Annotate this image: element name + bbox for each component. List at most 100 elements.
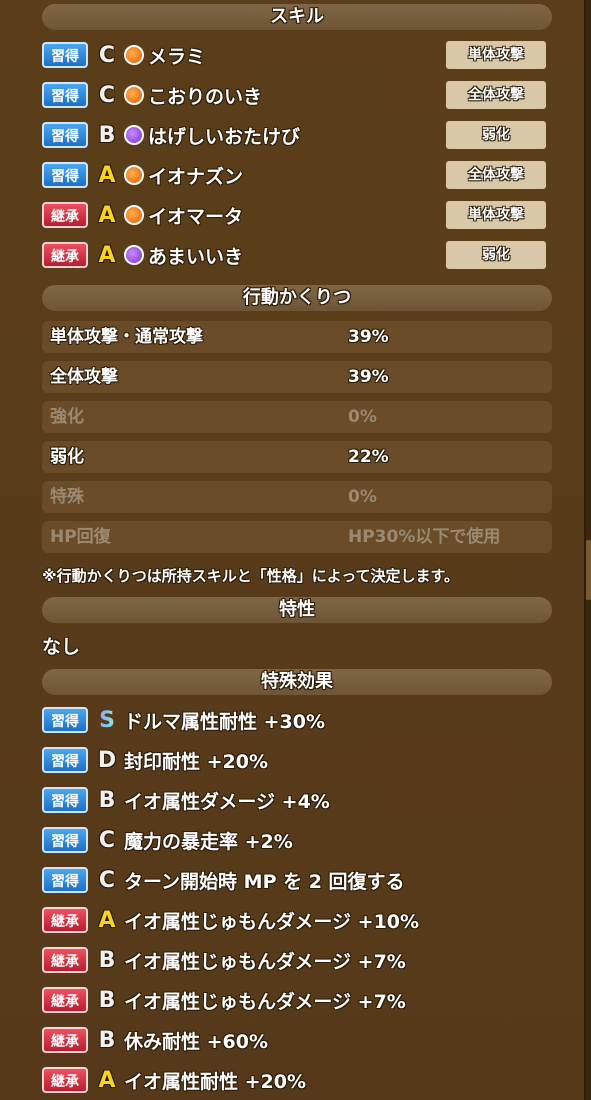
- effect-name: イオ属性耐性 +20%: [124, 1070, 307, 1093]
- inherited-badge: 継承: [42, 1067, 88, 1093]
- behavior-label: 特殊: [50, 487, 84, 507]
- effect-name: イオ属性じゅもんダメージ +10%: [124, 910, 420, 933]
- learned-badge: 習得: [42, 747, 88, 773]
- effect-name: イオ属性ダメージ +4%: [124, 790, 330, 813]
- behavior-value: 0%: [348, 407, 377, 427]
- effect-row[interactable]: 習得 S ドルマ属性耐性 +30%: [42, 705, 552, 735]
- rank-letter: B: [98, 987, 116, 1013]
- fire-orb-icon: [124, 85, 144, 105]
- rank-letter: C: [98, 82, 116, 108]
- section-header-behavior: 行動かくりつ: [42, 285, 552, 311]
- skill-row[interactable]: 習得 C メラミ 単体攻撃: [42, 40, 552, 70]
- section-header-special-effects: 特殊効果: [42, 669, 552, 695]
- inherited-badge: 継承: [42, 987, 88, 1013]
- skill-target-tag: 弱化: [446, 241, 546, 269]
- skill-row[interactable]: 習得 C こおりのいき 全体攻撃: [42, 80, 552, 110]
- behavior-row: 強化 0%: [42, 401, 552, 433]
- fire-orb-icon: [124, 165, 144, 185]
- skill-name: あまいいき: [148, 245, 244, 268]
- learned-badge: 習得: [42, 867, 88, 893]
- behavior-label: 強化: [50, 407, 84, 427]
- skill-name: イオマータ: [148, 205, 244, 228]
- effect-row[interactable]: 継承 A イオ属性耐性 +20%: [42, 1065, 552, 1095]
- inherited-badge: 継承: [42, 947, 88, 973]
- learned-badge: 習得: [42, 707, 88, 733]
- fire-orb-icon: [124, 45, 144, 65]
- inherited-badge: 継承: [42, 907, 88, 933]
- rank-letter: B: [98, 787, 116, 813]
- skill-name: イオナズン: [148, 165, 244, 188]
- skill-row[interactable]: 習得 B はげしいおたけび 弱化: [42, 120, 552, 150]
- effect-name: ドルマ属性耐性 +30%: [124, 710, 326, 733]
- section-header-skills: スキル: [42, 4, 552, 30]
- skill-target-tag: 単体攻撃: [446, 201, 546, 229]
- behavior-row: 特殊 0%: [42, 481, 552, 513]
- skill-target-tag: 全体攻撃: [446, 161, 546, 189]
- learned-badge: 習得: [42, 42, 88, 68]
- rank-letter: B: [98, 1027, 116, 1053]
- behavior-row: 単体攻撃・通常攻撃 39%: [42, 321, 552, 353]
- behavior-label: 全体攻撃: [50, 367, 118, 387]
- behavior-value: 39%: [348, 327, 389, 347]
- rank-letter: A: [98, 1067, 116, 1093]
- rank-letter: B: [98, 122, 116, 148]
- skill-target-tag: 弱化: [446, 121, 546, 149]
- effect-name: 魔力の暴走率 +2%: [124, 830, 293, 853]
- debuff-orb-icon: [124, 245, 144, 265]
- behavior-value: 0%: [348, 487, 377, 507]
- skill-name: こおりのいき: [148, 85, 263, 108]
- effect-row[interactable]: 習得 C 魔力の暴走率 +2%: [42, 825, 552, 855]
- effect-name: 休み耐性 +60%: [124, 1030, 269, 1053]
- behavior-row: 弱化 22%: [42, 441, 552, 473]
- skill-name: はげしいおたけび: [148, 125, 301, 148]
- behavior-value: HP30%以下で使用: [348, 527, 501, 547]
- rank-letter: B: [98, 947, 116, 973]
- rank-letter: A: [98, 202, 116, 228]
- skill-row[interactable]: 習得 A イオナズン 全体攻撃: [42, 160, 552, 190]
- behavior-row: HP回復 HP30%以下で使用: [42, 521, 552, 553]
- effect-row[interactable]: 習得 B イオ属性ダメージ +4%: [42, 785, 552, 815]
- learned-badge: 習得: [42, 162, 88, 188]
- behavior-value: 22%: [348, 447, 389, 467]
- skill-target-tag: 全体攻撃: [446, 81, 546, 109]
- scrollbar[interactable]: [586, 0, 591, 1100]
- fire-orb-icon: [124, 205, 144, 225]
- rank-letter: S: [94, 708, 120, 733]
- effect-row[interactable]: 習得 D 封印耐性 +20%: [42, 745, 552, 775]
- rank-letter: D: [97, 747, 117, 773]
- debuff-orb-icon: [124, 125, 144, 145]
- effect-name: イオ属性じゅもんダメージ +7%: [124, 990, 406, 1013]
- effect-name: ターン開始時 MP を 2 回復する: [124, 870, 405, 893]
- skill-target-tag: 単体攻撃: [446, 41, 546, 69]
- skill-name: メラミ: [148, 45, 206, 68]
- effect-name: 封印耐性 +20%: [124, 750, 269, 773]
- monster-detail-panel: スキル 習得 C メラミ 単体攻撃 習得 C こおりのいき 全体攻撃 習得 B はげしいおたけび 弱化…: [0, 0, 586, 1100]
- inherited-badge: 継承: [42, 242, 88, 268]
- inherited-badge: 継承: [42, 1027, 88, 1053]
- skill-row[interactable]: 継承 A イオマータ 単体攻撃: [42, 200, 552, 230]
- rank-letter: C: [98, 867, 116, 893]
- effect-row[interactable]: 継承 A イオ属性じゅもんダメージ +10%: [42, 905, 552, 935]
- effect-row[interactable]: 習得 C ターン開始時 MP を 2 回復する: [42, 865, 552, 895]
- behavior-row: 全体攻撃 39%: [42, 361, 552, 393]
- rank-letter: A: [98, 242, 116, 268]
- behavior-note: ※行動かくりつは所持スキルと「性格」によって決定します。: [42, 567, 460, 585]
- behavior-label: HP回復: [50, 527, 111, 547]
- section-header-trait: 特性: [42, 597, 552, 623]
- effect-row[interactable]: 継承 B 休み耐性 +60%: [42, 1025, 552, 1055]
- inherited-badge: 継承: [42, 202, 88, 228]
- scrollbar-thumb[interactable]: [586, 540, 591, 600]
- skill-row[interactable]: 継承 A あまいいき 弱化: [42, 240, 552, 270]
- behavior-label: 単体攻撃・通常攻撃: [50, 327, 203, 347]
- effect-row[interactable]: 継承 B イオ属性じゅもんダメージ +7%: [42, 945, 552, 975]
- effect-name: イオ属性じゅもんダメージ +7%: [124, 950, 406, 973]
- rank-letter: C: [98, 42, 116, 68]
- trait-value: なし: [42, 636, 81, 658]
- rank-letter: A: [98, 907, 116, 933]
- learned-badge: 習得: [42, 827, 88, 853]
- rank-letter: C: [98, 827, 116, 853]
- behavior-value: 39%: [348, 367, 389, 387]
- learned-badge: 習得: [42, 82, 88, 108]
- effect-row[interactable]: 継承 B イオ属性じゅもんダメージ +7%: [42, 985, 552, 1015]
- behavior-label: 弱化: [50, 447, 84, 467]
